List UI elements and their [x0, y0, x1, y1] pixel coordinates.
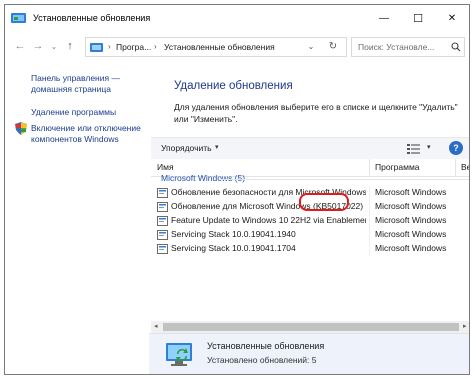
group-divider: [219, 179, 469, 180]
control-panel-icon: [11, 12, 27, 24]
table-row[interactable]: Servicing Stack 10.0.19041.1940 Microsof…: [151, 228, 469, 242]
link-line: Удаление программы: [31, 107, 117, 117]
view-dropdown-icon[interactable]: ▾: [427, 143, 431, 151]
update-program: Microsoft Windows: [375, 187, 447, 197]
main-pane: Удаление обновления Для удаления обновле…: [149, 63, 469, 374]
column-header-name[interactable]: Имя: [157, 162, 174, 172]
column-line: [369, 200, 370, 214]
close-icon: ✕: [447, 12, 457, 24]
details-pane: Установленные обновления Установлено обн…: [149, 333, 469, 374]
forward-button[interactable]: →: [31, 39, 45, 53]
chevron-down-icon: ⌄: [50, 41, 58, 51]
table-row[interactable]: Servicing Stack 10.0.19041.1704 Microsof…: [151, 242, 469, 256]
update-name: Servicing Stack 10.0.19041.1704: [171, 243, 296, 253]
link-line: Включение или отключение: [31, 123, 141, 133]
close-button[interactable]: ✕: [435, 5, 469, 31]
update-program: Microsoft Windows: [375, 243, 447, 253]
link-line: компонентов Windows: [31, 134, 119, 144]
page-title: Удаление обновления: [174, 80, 293, 92]
column-divider[interactable]: [455, 159, 456, 177]
left-pane: Панель управления — домашняя страница Уд…: [5, 63, 149, 373]
scroll-right-icon[interactable]: ▸: [463, 322, 467, 330]
maximize-button[interactable]: ☐: [401, 5, 435, 31]
update-icon: [157, 202, 168, 212]
window-title: Установленные обновления: [33, 13, 151, 23]
title-bar: Установленные обновления — ☐ ✕: [5, 5, 469, 31]
minimize-icon: —: [379, 12, 389, 24]
navigation-bar: ← → ⌄ ↑ › Програ... › Установленные обно…: [5, 35, 469, 59]
column-header-program[interactable]: Программа: [375, 162, 420, 172]
update-name: Feature Update to Windows 10 22H2 via En…: [171, 215, 366, 225]
update-program: Microsoft Windows: [375, 215, 447, 225]
group-header[interactable]: Microsoft Windows (5): [161, 173, 245, 183]
up-arrow-icon: ↑: [67, 40, 73, 52]
link-line: Панель управления —: [31, 73, 120, 83]
view-options-icon[interactable]: [407, 143, 421, 154]
search-input[interactable]: Поиск: Установле...: [358, 42, 434, 52]
shield-icon: [15, 122, 27, 135]
update-icon: [157, 216, 168, 226]
column-divider[interactable]: [369, 159, 370, 177]
search-box[interactable]: Поиск: Установле...: [351, 37, 465, 57]
chevron-down-icon: ▾: [215, 144, 219, 151]
update-name: Servicing Stack 10.0.19041.1940: [171, 229, 296, 239]
organize-button[interactable]: Упорядочить: [161, 143, 212, 153]
back-arrow-icon: ←: [14, 40, 26, 52]
address-bar[interactable]: › Програ... › Установленные обновления ⌄…: [85, 37, 347, 57]
update-program: Microsoft Windows: [375, 201, 447, 211]
page-description: Для удаления обновления выберите его в с…: [174, 102, 458, 124]
breadcrumb-installed-updates[interactable]: Установленные обновления: [164, 42, 275, 52]
kb-number-highlight: [299, 193, 349, 211]
control-panel-small-icon: [90, 42, 104, 53]
breadcrumb-programs[interactable]: Програ...: [116, 42, 151, 52]
address-dropdown-icon[interactable]: ⌄: [304, 40, 318, 54]
maximize-icon: ☐: [413, 12, 423, 25]
table-row[interactable]: Feature Update to Windows 10 22H2 via En…: [151, 214, 469, 228]
minimize-button[interactable]: —: [367, 5, 401, 31]
breadcrumb-separator: ›: [108, 42, 111, 51]
search-icon: [451, 42, 461, 52]
breadcrumb-separator: ›: [154, 42, 157, 51]
windows-features-link[interactable]: Включение или отключение компонентов Win…: [31, 123, 141, 145]
update-program: Microsoft Windows: [375, 229, 447, 239]
up-button[interactable]: ↑: [63, 39, 77, 53]
link-line: домашняя страница: [31, 84, 111, 94]
control-panel-home-link[interactable]: Панель управления — домашняя страница: [31, 73, 120, 95]
scroll-left-icon[interactable]: ◂: [154, 322, 158, 330]
back-button[interactable]: ←: [13, 39, 27, 53]
update-icon: [157, 244, 168, 254]
uninstall-program-link[interactable]: Удаление программы: [31, 107, 116, 118]
forward-arrow-icon: →: [32, 40, 44, 52]
column-line: [369, 242, 370, 256]
column-line: [369, 214, 370, 228]
refresh-icon[interactable]: ↻: [326, 40, 340, 54]
update-icon: [157, 188, 168, 198]
column-line: [369, 228, 370, 242]
column-header-version[interactable]: Ве: [461, 162, 469, 172]
update-icon: [157, 230, 168, 240]
horizontal-scrollbar[interactable]: ◂ ▸: [151, 321, 469, 333]
details-title: Установленные обновления: [207, 341, 325, 351]
details-count: Установлено обновлений: 5: [207, 355, 317, 365]
scrollbar-thumb[interactable]: [163, 323, 459, 331]
recent-locations-button[interactable]: ⌄: [47, 39, 61, 53]
command-toolbar: Упорядочить ▾ ▾ ?: [151, 137, 469, 159]
control-panel-window: Установленные обновления — ☐ ✕ ← → ⌄ ↑ ›…: [4, 4, 470, 375]
installed-updates-icon: [165, 340, 195, 368]
column-line: [369, 186, 370, 200]
help-button[interactable]: ?: [449, 141, 463, 155]
